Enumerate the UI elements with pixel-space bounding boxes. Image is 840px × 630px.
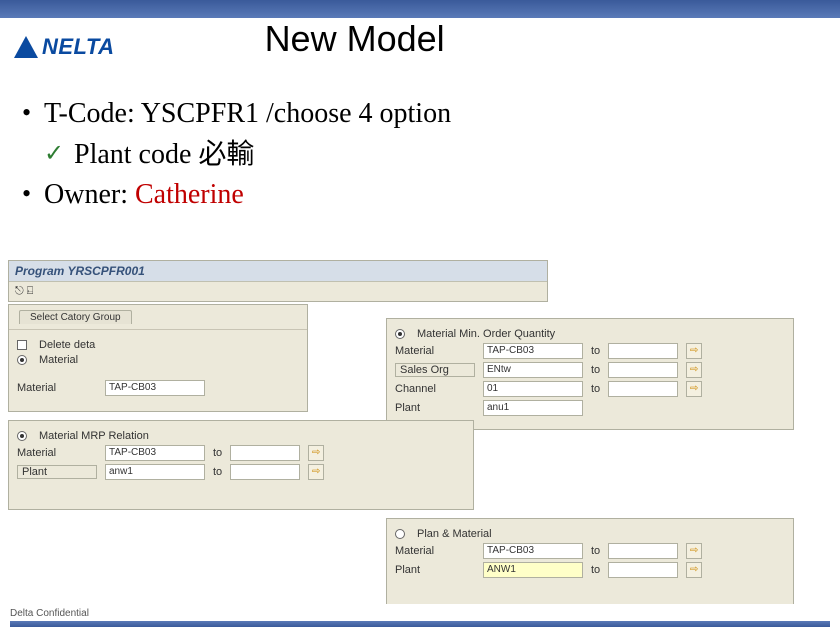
r2-v1[interactable]: 01 (483, 381, 583, 397)
m1-v1[interactable]: anw1 (105, 464, 205, 480)
sap-program-title: Program YRSCPFR001 (9, 261, 547, 281)
left-material-input[interactable]: TAP-CB03 (105, 380, 205, 396)
delete-checkbox[interactable] (17, 340, 27, 350)
footer-accent-bar (10, 621, 830, 627)
header-row: NELTA New Model (0, 18, 840, 60)
r1-to: to (591, 364, 600, 376)
bottom-radio-label: Plan & Material (417, 528, 492, 540)
m0-label: Material (17, 447, 97, 459)
bullet-tcode-prefix: T-Code: (44, 98, 141, 129)
r1-range-icon[interactable]: ⇨ (686, 362, 702, 378)
footer-text: Delta Confidential (10, 608, 89, 619)
r0-label: Material (395, 345, 475, 357)
panel-left-tab[interactable]: Select Catory Group (19, 310, 132, 324)
delete-label: Delete deta (39, 339, 95, 351)
sap-program-header: Program YRSCPFR001 ⎋ ⍇ (8, 260, 548, 302)
panel-mrp-relation: Material MRP Relation Material TAP-CB03 … (8, 420, 474, 510)
m0-to: to (213, 447, 222, 459)
m0-v1[interactable]: TAP-CB03 (105, 445, 205, 461)
panel-select-category: Select Catory Group Delete deta Material… (8, 304, 308, 412)
right-radio[interactable] (395, 329, 405, 339)
r1-label[interactable]: Sales Org (395, 363, 475, 377)
sub-bullet-plant: ✓ Plant code 必輸 (44, 135, 840, 176)
b0-range-icon[interactable]: ⇨ (686, 543, 702, 559)
bullet-owner: Owner: Catherine (44, 175, 840, 216)
delta-logo: NELTA (14, 34, 115, 60)
r3-v1[interactable]: anu1 (483, 400, 583, 416)
slide-title: New Model (265, 18, 445, 60)
logo-text: NELTA (42, 34, 115, 60)
panel-min-order-qty: Material Min. Order Quantity Material TA… (386, 318, 794, 430)
mid-radio-label: Material MRP Relation (39, 430, 149, 442)
r0-range-icon[interactable]: ⇨ (686, 343, 702, 359)
m0-range-icon[interactable]: ⇨ (308, 445, 324, 461)
b0-v1[interactable]: TAP-CB03 (483, 543, 583, 559)
r2-range-icon[interactable]: ⇨ (686, 381, 702, 397)
r2-to: to (591, 383, 600, 395)
b0-label: Material (395, 545, 475, 557)
m1-v2[interactable] (230, 464, 300, 480)
left-material-label: Material (17, 382, 97, 394)
r1-v1[interactable]: ENtw (483, 362, 583, 378)
footer: Delta Confidential (0, 604, 840, 630)
bullet-tcode: T-Code: YSCPFR1 /choose 4 option ✓ Plant… (44, 94, 840, 175)
b0-v2[interactable] (608, 543, 678, 559)
b1-v2[interactable] (608, 562, 678, 578)
sap-toolbar-icons[interactable]: ⎋ ⍇ (9, 281, 547, 301)
material-radio-label: Material (39, 354, 78, 366)
b1-range-icon[interactable]: ⇨ (686, 562, 702, 578)
r1-v2[interactable] (608, 362, 678, 378)
material-radio[interactable] (17, 355, 27, 365)
check-icon: ✓ (44, 137, 64, 172)
b1-v1[interactable]: ANW1 (483, 562, 583, 578)
owner-prefix: Owner: (44, 179, 135, 210)
top-accent-bar (0, 0, 840, 18)
b0-to: to (591, 545, 600, 557)
r0-v2[interactable] (608, 343, 678, 359)
bullet-list: T-Code: YSCPFR1 /choose 4 option ✓ Plant… (0, 88, 840, 216)
r0-v1[interactable]: TAP-CB03 (483, 343, 583, 359)
m1-range-icon[interactable]: ⇨ (308, 464, 324, 480)
mid-radio[interactable] (17, 431, 27, 441)
m0-v2[interactable] (230, 445, 300, 461)
m1-to: to (213, 466, 222, 478)
r3-label: Plant (395, 402, 475, 414)
r0-to: to (591, 345, 600, 357)
owner-name: Catherine (135, 179, 244, 210)
right-radio-label: Material Min. Order Quantity (417, 328, 555, 340)
bottom-radio[interactable] (395, 529, 405, 539)
bullet-tcode-value: YSCPFR1 /choose 4 option (141, 98, 451, 129)
m1-label[interactable]: Plant (17, 465, 97, 479)
b1-label: Plant (395, 564, 475, 576)
panel-plan-material: Plan & Material Material TAP-CB03 to ⇨ P… (386, 518, 794, 608)
b1-to: to (591, 564, 600, 576)
r2-v2[interactable] (608, 381, 678, 397)
sub-bullet-text: Plant code 必輸 (74, 139, 254, 170)
r2-label: Channel (395, 383, 475, 395)
logo-triangle-icon (14, 36, 38, 58)
